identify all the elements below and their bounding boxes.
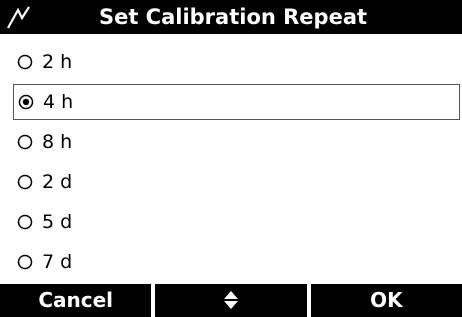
softkey-bar: Cancel OK (0, 284, 462, 317)
title-bar: Set Calibration Repeat (0, 0, 462, 34)
radio-checked-icon[interactable] (18, 94, 34, 110)
navigate-button[interactable] (155, 284, 307, 317)
option-label: 2 h (42, 51, 73, 73)
interval-option-list: 2 h 4 h 8 h 2 d 5 d 7 d (0, 44, 462, 284)
option-label: 5 d (42, 211, 73, 233)
option-label: 8 h (42, 131, 73, 153)
option-7d[interactable]: 7 d (0, 244, 462, 280)
radio-unchecked-icon[interactable] (17, 174, 33, 190)
up-down-arrows-icon (223, 291, 238, 309)
radio-unchecked-icon[interactable] (17, 134, 33, 150)
page-title: Set Calibration Repeat (98, 5, 368, 29)
option-8h[interactable]: 8 h (0, 124, 462, 160)
radio-unchecked-icon[interactable] (17, 254, 33, 270)
option-4h[interactable]: 4 h (13, 84, 460, 120)
option-label: 4 h (43, 91, 74, 113)
option-label: 2 d (42, 171, 73, 193)
ok-button[interactable]: OK (310, 284, 462, 317)
radio-unchecked-icon[interactable] (17, 54, 33, 70)
option-2h[interactable]: 2 h (0, 44, 462, 80)
cancel-button[interactable]: Cancel (0, 284, 152, 317)
option-5d[interactable]: 5 d (0, 204, 462, 240)
calibration-repeat-screen: Set Calibration Repeat 2 h 4 h 8 h 2 d 5… (0, 0, 462, 317)
option-label: 7 d (42, 251, 73, 273)
option-2d[interactable]: 2 d (0, 164, 462, 200)
radio-unchecked-icon[interactable] (17, 214, 33, 230)
